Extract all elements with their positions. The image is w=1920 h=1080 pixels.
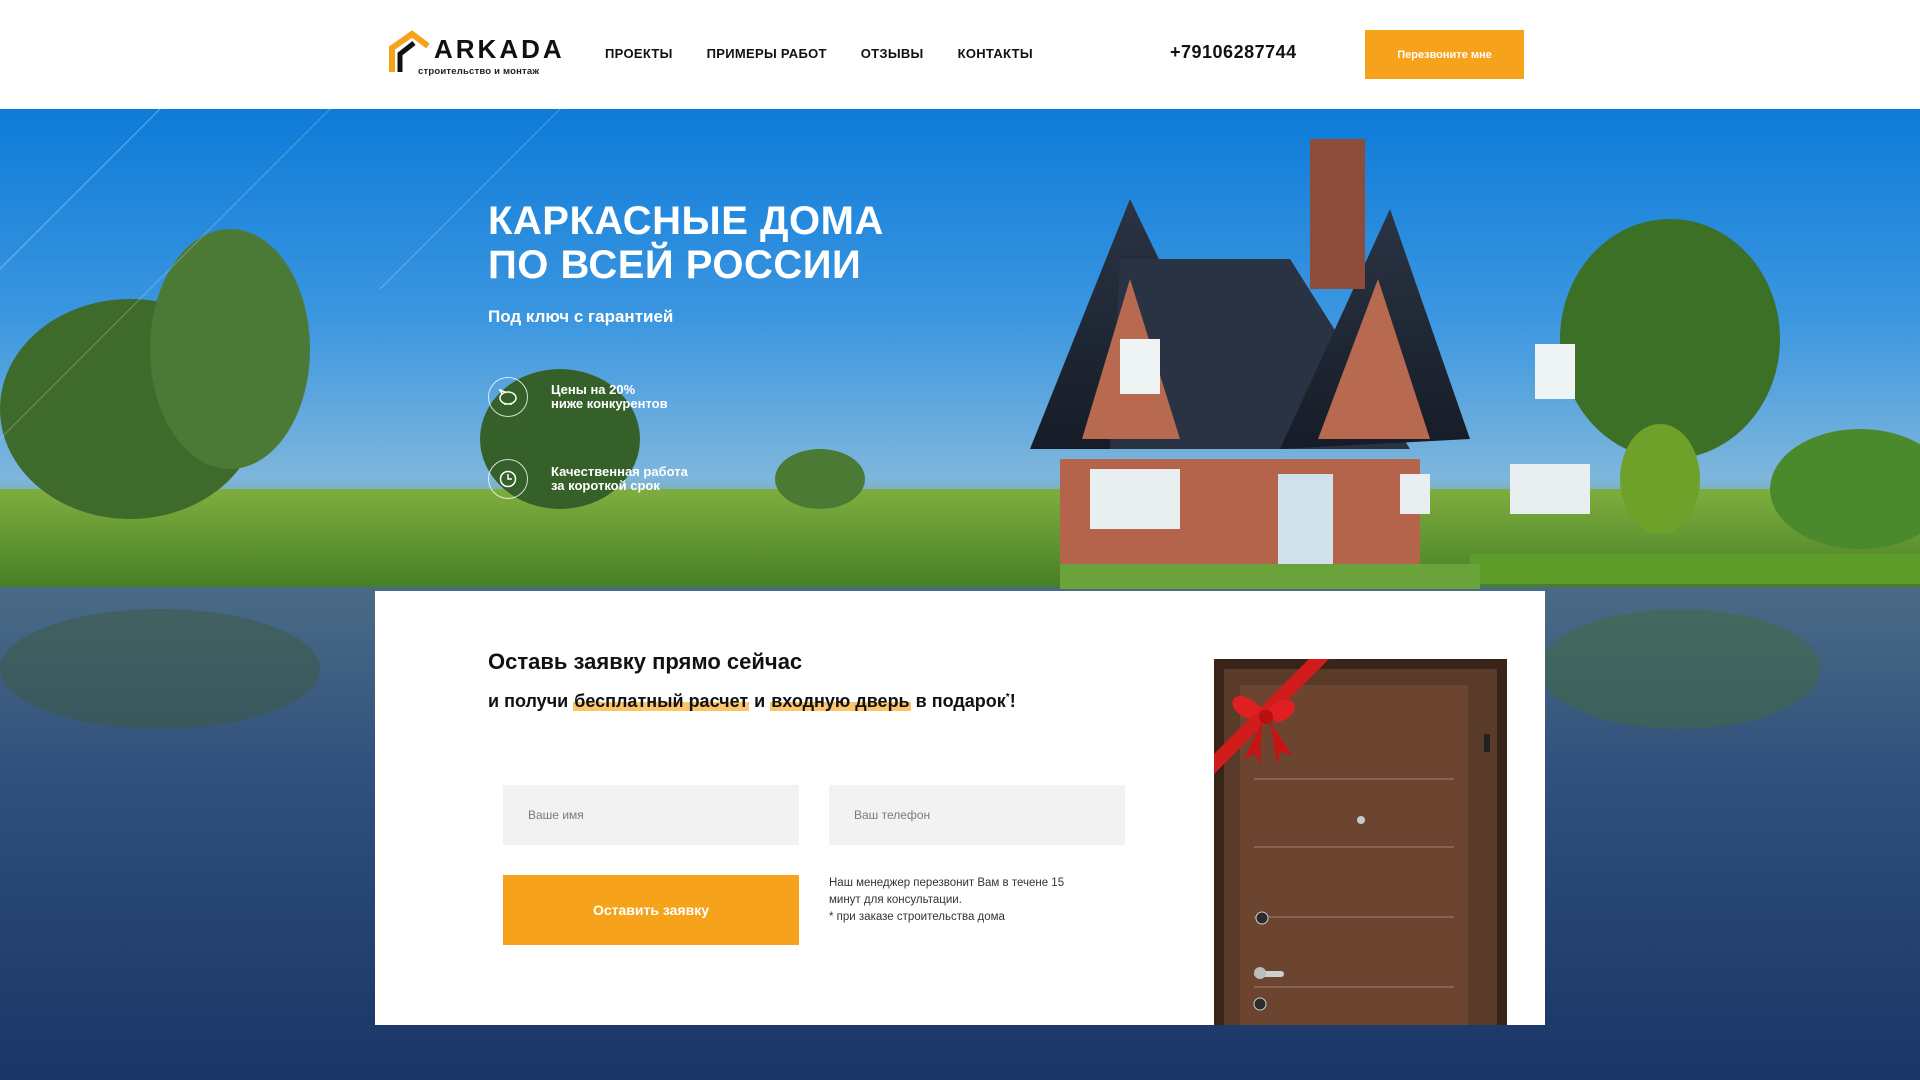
site-header: ARKADA строительство и монтаж ПРОЕКТЫ ПР… — [0, 0, 1920, 109]
form-sub-suffix: в подарок — [910, 691, 1006, 711]
feature-prices: Цены на 20% ниже конкурентов — [488, 377, 668, 417]
nav-item-examples[interactable]: ПРИМЕРЫ РАБОТ — [707, 46, 827, 61]
phone-input[interactable] — [829, 785, 1125, 845]
form-sub-and: и — [749, 691, 771, 711]
highlight-free-calc: бесплатный расчет — [573, 691, 750, 711]
feature-quality: Качественная работа за короткой срок — [488, 459, 688, 499]
hero-title-line1: КАРКАСНЫЕ ДОМА — [488, 199, 884, 243]
feature-prices-line1: Цены на 20% — [551, 382, 636, 397]
form-subtitle: и получи бесплатный расчет и входную две… — [488, 691, 1016, 712]
form-note: Наш менеджер перезвонит Вам в течене 15 … — [829, 875, 1119, 926]
form-sub-end: ! — [1009, 691, 1016, 711]
gift-door-image — [1214, 659, 1507, 1025]
form-title: Оставь заявку прямо сейчас — [488, 649, 803, 674]
piggy-bank-icon — [488, 377, 528, 417]
feature-quality-line1: Качественная работа — [551, 464, 688, 479]
nav-item-projects[interactable]: ПРОЕКТЫ — [605, 46, 673, 61]
feature-prices-line2: ниже конкурентов — [551, 396, 668, 411]
submit-request-button[interactable]: Оставить заявку — [503, 875, 799, 945]
form-sub-prefix: и получи — [488, 691, 574, 711]
lead-form-card: Оставь заявку прямо сейчас и получи бесп… — [375, 591, 1545, 1025]
nav-item-reviews[interactable]: ОТЗЫВЫ — [861, 46, 924, 61]
hero-subtitle: Под ключ с гарантией — [488, 307, 674, 326]
feature-quality-line2: за короткой срок — [551, 478, 660, 493]
highlight-entrance-door: входную дверь — [770, 691, 911, 711]
hero-title: КАРКАСНЫЕ ДОМА ПО ВСЕЙ РОССИИ — [488, 199, 884, 287]
callback-button[interactable]: Перезвоните мне — [1365, 30, 1524, 79]
name-input[interactable] — [503, 785, 799, 845]
form-note-line3: * при заказе строительства дома — [829, 911, 1005, 923]
hero-title-line2: ПО ВСЕЙ РОССИИ — [488, 243, 862, 287]
header-phone[interactable]: +79106287744 — [1170, 42, 1297, 63]
logo-tagline: строительство и монтаж — [418, 66, 540, 77]
logo[interactable]: ARKADA строительство и монтаж — [388, 26, 562, 78]
form-note-line2: минут для консультации. — [829, 894, 962, 906]
logo-name: ARKADA — [434, 34, 565, 64]
main-nav: ПРОЕКТЫ ПРИМЕРЫ РАБОТ ОТЗЫВЫ КОНТАКТЫ — [605, 46, 1067, 61]
clock-icon — [488, 459, 528, 499]
nav-item-contacts[interactable]: КОНТАКТЫ — [958, 46, 1033, 61]
form-note-line1: Наш менеджер перезвонит Вам в течене 15 — [829, 877, 1065, 889]
